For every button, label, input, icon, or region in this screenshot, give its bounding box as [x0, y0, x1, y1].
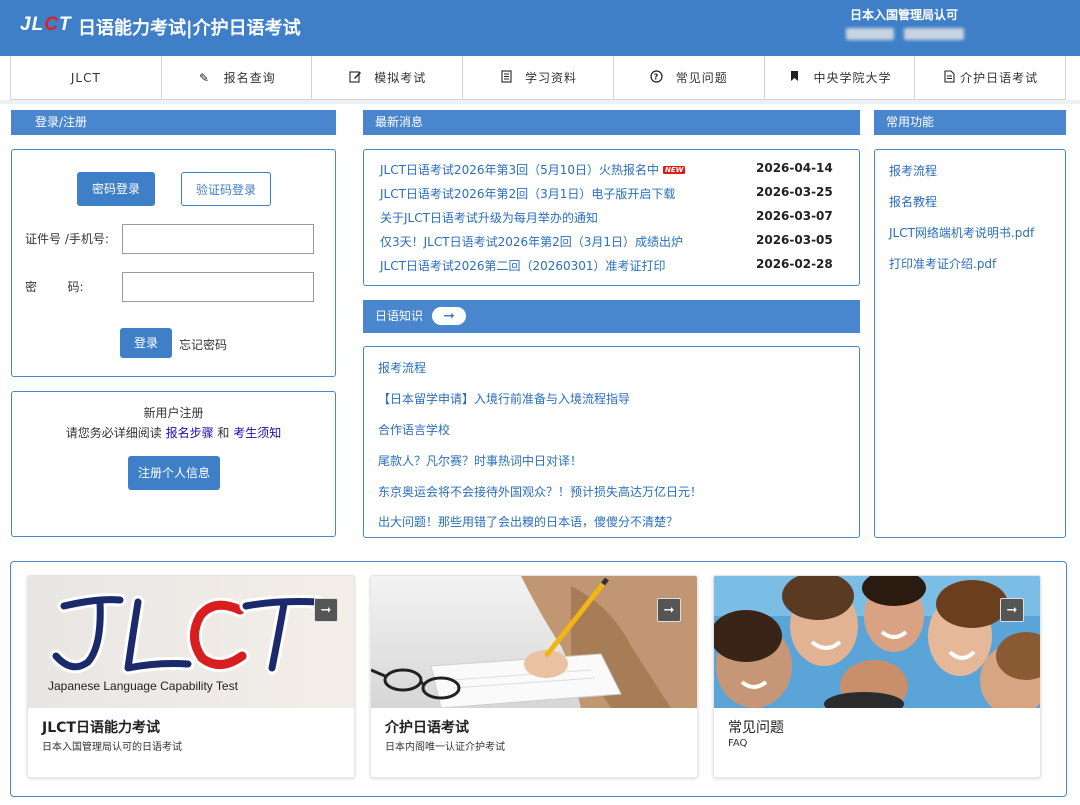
- knowledge-link[interactable]: 【日本留学申请】入境行前准备与入境流程指导: [378, 390, 630, 407]
- main-nav: JLCT ✎ 报名查询 模拟考试 学习资料 ? 常见问题 中央学院大学 介护日语考试: [10, 56, 1066, 100]
- knowledge-link[interactable]: 东京奥运会将不会接待外国观众？！预计损失高达万亿日元！: [378, 483, 702, 500]
- news-date: 2026-03-07: [756, 209, 833, 223]
- site-title: 日语能力考试|介护日语考试: [78, 18, 301, 39]
- password-field-label: 密 码:: [25, 280, 84, 294]
- nav-label: 模拟考试: [374, 71, 427, 85]
- jlct-logo-image: Japanese Language Capability Test ➞: [28, 576, 354, 708]
- arrow-right-icon[interactable]: ➞: [1000, 598, 1024, 622]
- news-item[interactable]: JLCT日语考试2026年第3回（5月10日）火热报名中 NEW 2026-04-…: [380, 161, 845, 185]
- bookmark-icon: [787, 70, 801, 85]
- function-link[interactable]: 报名教程: [889, 193, 937, 210]
- feature-cards-section: Japanese Language Capability Test ➞ JLCT…: [10, 561, 1067, 797]
- news-panel: JLCT日语考试2026年第3回（5月10日）火热报名中 NEW 2026-04-…: [363, 149, 860, 286]
- knowledge-link[interactable]: 合作语言学校: [378, 421, 450, 438]
- nav-label: 中央学院大学: [813, 71, 892, 85]
- card-title: 常见问题: [728, 720, 784, 736]
- nav-item-faq[interactable]: ? 常见问题: [614, 56, 765, 99]
- card-jlct[interactable]: Japanese Language Capability Test ➞ JLCT…: [27, 575, 355, 778]
- registration-steps-link[interactable]: 报名步骤: [166, 426, 214, 440]
- register-instructions: 请您务必详细阅读 报名步骤 和 考生须知: [12, 424, 335, 441]
- nav-label: 常见问题: [675, 71, 728, 85]
- password-input[interactable]: [122, 272, 314, 302]
- functions-panel-header: 常用功能: [874, 110, 1066, 135]
- login-button[interactable]: 登录: [120, 328, 172, 358]
- card-subtitle: FAQ: [728, 738, 748, 749]
- news-date: 2026-04-14: [756, 161, 833, 175]
- edit-icon: [348, 70, 362, 86]
- site-logo[interactable]: JLCT: [20, 14, 72, 36]
- file-icon: [942, 69, 956, 86]
- password-login-tab[interactable]: 密码登录: [77, 172, 155, 206]
- question-icon: ?: [650, 69, 664, 86]
- nav-item-mock-exam[interactable]: 模拟考试: [312, 56, 464, 99]
- knowledge-panel: 报考流程 【日本留学申请】入境行前准备与入境流程指导 合作语言学校 尾款人？凡尔…: [363, 346, 860, 538]
- nav-item-central-university[interactable]: 中央学院大学: [765, 56, 916, 99]
- nav-label: JLCT: [70, 70, 101, 85]
- news-title[interactable]: 关于JLCT日语考试升级为每月举办的通知: [380, 209, 598, 226]
- exam-notice-link[interactable]: 考生须知: [233, 426, 281, 440]
- document-icon: [499, 69, 513, 86]
- nav-item-jlct[interactable]: JLCT: [11, 56, 162, 99]
- register-title: 新用户注册: [143, 406, 204, 420]
- svg-text:?: ?: [654, 72, 660, 81]
- nav-label: 报名查询: [223, 71, 276, 85]
- function-link[interactable]: JLCT网络端机考说明书.pdf: [889, 224, 1034, 241]
- nav-label: 介护日语考试: [960, 71, 1039, 85]
- nav-item-study-materials[interactable]: 学习资料: [463, 56, 614, 99]
- top-header: JLCT 日语能力考试|介护日语考试 日本入国管理局认可: [0, 0, 1080, 56]
- arrow-right-icon[interactable]: ➞: [657, 598, 681, 622]
- news-title[interactable]: JLCT日语考试2026第二回（20260301）准考证打印: [380, 257, 666, 274]
- card-subtitle: 日本内阁唯一认证介护考试: [385, 742, 505, 753]
- id-phone-input[interactable]: [122, 224, 314, 254]
- new-badge: NEW: [663, 166, 686, 174]
- card-faq[interactable]: ➞ 常见问题 FAQ: [713, 575, 1041, 778]
- jlct-image-caption: Japanese Language Capability Test: [48, 679, 239, 693]
- news-title[interactable]: 仅3天！JLCT日语考试2026年第2回（3月1日）成绩出炉: [380, 233, 683, 250]
- forgot-password-link[interactable]: 忘记密码: [179, 336, 227, 353]
- news-item[interactable]: 关于JLCT日语考试升级为每月举办的通知 2026-03-07: [380, 209, 845, 233]
- news-date: 2026-03-25: [756, 185, 833, 199]
- blurred-contact: [904, 28, 964, 40]
- register-text-prefix: 请您务必详细阅读: [65, 426, 162, 440]
- news-title[interactable]: JLCT日语考试2026年第2回（3月1日）电子版开启下载: [380, 185, 675, 202]
- functions-panel: 报考流程 报名教程 JLCT网络端机考说明书.pdf 打印准考证介绍.pdf: [874, 149, 1066, 538]
- news-title[interactable]: JLCT日语考试2026年第3回（5月10日）火热报名中 NEW: [380, 161, 686, 178]
- nav-divider: [0, 100, 1080, 104]
- news-item[interactable]: JLCT日语考试2026第二回（20260301）准考证打印 2026-02-2…: [380, 257, 845, 281]
- nav-label: 学习资料: [525, 71, 578, 85]
- nav-item-care-exam[interactable]: 介护日语考试: [915, 56, 1065, 99]
- news-item[interactable]: JLCT日语考试2026年第2回（3月1日）电子版开启下载 2026-03-25: [380, 185, 845, 209]
- nav-item-registration-query[interactable]: ✎ 报名查询: [162, 56, 313, 99]
- login-panel: 密码登录 验证码登录 证件号 /手机号: 密 码: 登录 忘记密码: [11, 149, 336, 377]
- pencil-icon: ✎: [199, 70, 211, 85]
- card-subtitle: 日本入国管理局认可的日语考试: [42, 742, 182, 753]
- blurred-contact: [846, 28, 894, 40]
- function-link[interactable]: 报考流程: [889, 162, 937, 179]
- arrow-right-icon[interactable]: ➞: [314, 598, 338, 622]
- news-panel-header: 最新消息: [363, 110, 860, 135]
- login-panel-header: 登录/注册: [11, 110, 336, 135]
- arrow-right-icon[interactable]: ➞: [432, 307, 466, 325]
- knowledge-link[interactable]: 出大问题！那些用错了会出糗的日本语，傻傻分不清楚？: [378, 513, 678, 530]
- card-title: 介护日语考试: [385, 720, 469, 736]
- news-date: 2026-03-05: [756, 233, 833, 247]
- certification-note: 日本入国管理局认可: [850, 8, 959, 22]
- news-date: 2026-02-28: [756, 257, 833, 271]
- register-panel: 新用户注册 请您务必详细阅读 报名步骤 和 考生须知 注册个人信息: [11, 391, 336, 537]
- card-care-exam[interactable]: ➞ 介护日语考试 日本内阁唯一认证介护考试: [370, 575, 698, 778]
- news-item[interactable]: 仅3天！JLCT日语考试2026年第2回（3月1日）成绩出炉 2026-03-0…: [380, 233, 845, 257]
- knowledge-link[interactable]: 报考流程: [378, 359, 426, 376]
- knowledge-link[interactable]: 尾款人？凡尔赛？时事热词中日对译！: [378, 452, 582, 469]
- code-login-tab[interactable]: 验证码登录: [181, 172, 271, 206]
- register-button[interactable]: 注册个人信息: [128, 456, 220, 490]
- knowledge-header-label: 日语知识: [375, 309, 424, 323]
- students-photo: ➞: [714, 576, 1040, 708]
- card-title: JLCT日语能力考试: [42, 720, 160, 736]
- function-link[interactable]: 打印准考证介绍.pdf: [889, 255, 996, 272]
- id-field-label: 证件号 /手机号:: [25, 232, 109, 246]
- study-photo: ➞: [371, 576, 697, 708]
- register-text-and: 和: [217, 426, 230, 440]
